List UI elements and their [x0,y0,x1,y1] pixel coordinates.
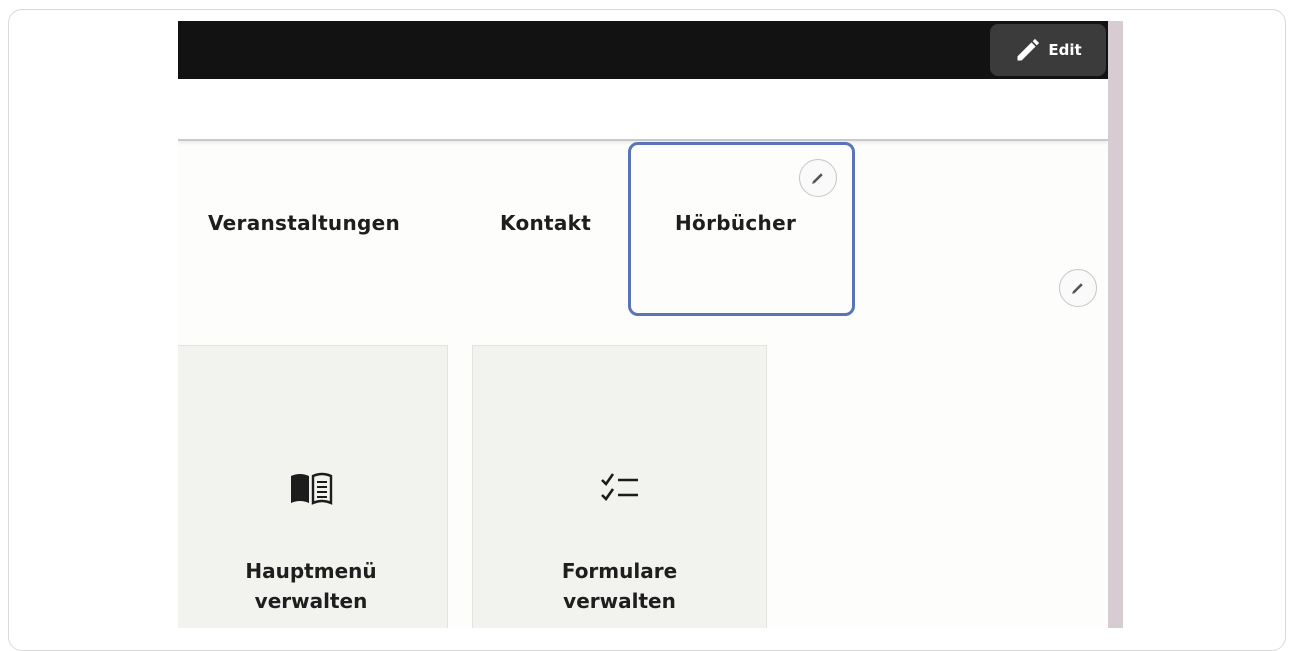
edit-nav-item-pencil-icon[interactable] [799,159,837,197]
nav-item-veranstaltungen[interactable]: Veranstaltungen [208,211,400,235]
page-viewport: Edit Veranstaltungen Kontakt Hörbücher H… [178,21,1108,628]
edit-button-label: Edit [1048,41,1082,59]
edit-button[interactable]: Edit [990,24,1106,76]
nav-item-kontakt[interactable]: Kontakt [500,211,591,235]
header-bar [178,79,1108,141]
scrollbar-track[interactable] [1108,21,1123,628]
card-formulare[interactable]: Formulare verwalten [472,345,767,628]
card-title: Formulare verwalten [561,559,678,613]
card-hauptmenu[interactable]: Hauptmenü verwalten [178,345,448,628]
edit-section-pencil-icon[interactable] [1059,269,1097,307]
card-title: Hauptmenü verwalten [245,559,377,613]
checklist-icon [598,471,642,509]
top-admin-bar: Edit [178,21,1108,79]
pencil-icon [1017,38,1040,61]
open-book-icon [289,471,333,509]
